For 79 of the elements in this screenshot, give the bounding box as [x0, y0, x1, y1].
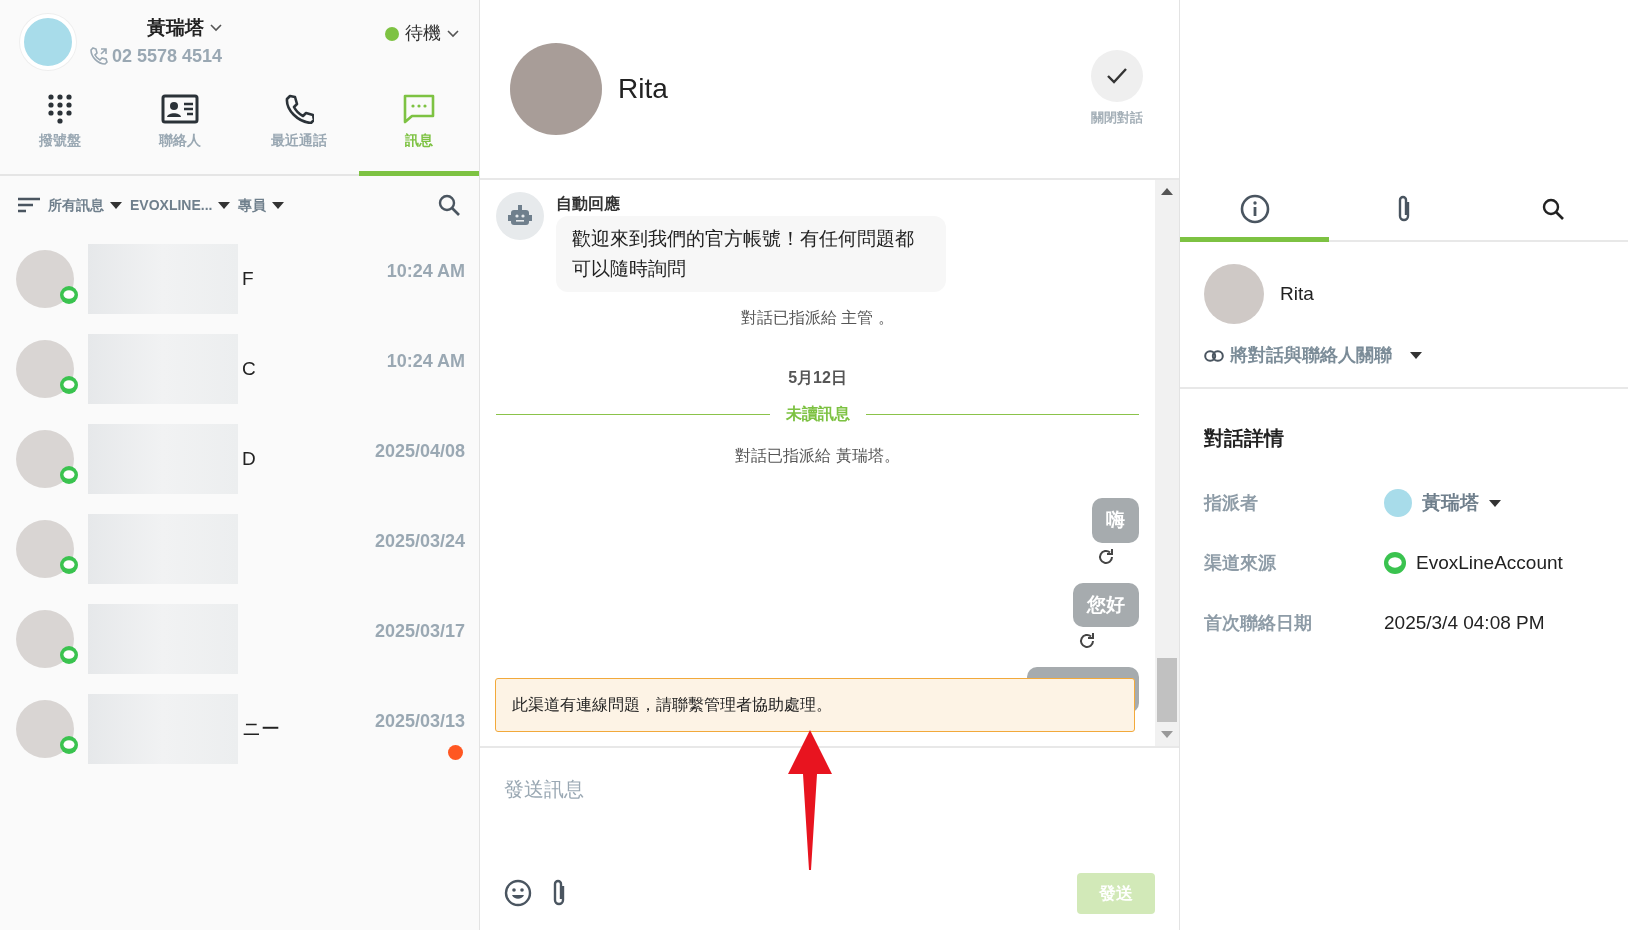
conversation-item[interactable]: C 10:24 AM — [0, 324, 479, 414]
line-badge-icon — [60, 286, 78, 304]
caret-icon — [218, 201, 231, 209]
scrollbar[interactable] — [1155, 180, 1179, 746]
message-time: 2025/03/17 — [374, 620, 465, 643]
section-title: 對話詳情 — [1203, 426, 1285, 451]
emoji-icon[interactable] — [504, 879, 532, 908]
caret-icon — [1410, 352, 1422, 359]
contact-name: Rita — [1280, 281, 1314, 306]
check-icon — [1106, 67, 1128, 86]
contact-name: D — [242, 446, 256, 471]
robot-icon — [507, 204, 533, 228]
avatar-placeholder — [1204, 264, 1264, 324]
message-time: 10:24 AM — [386, 260, 465, 283]
retry-icon[interactable] — [1096, 546, 1116, 567]
field-label: 渠道來源 — [1204, 551, 1277, 575]
unread-divider-label: 未讀訊息 — [785, 404, 850, 424]
filter-icon — [18, 197, 40, 213]
message-time: 2025/03/13 — [374, 710, 465, 733]
line-badge-icon — [60, 466, 78, 484]
chevron-icon — [447, 29, 459, 38]
retry-icon[interactable] — [1077, 631, 1097, 651]
system-message: 對話已指派給 黃瑞塔。 — [734, 446, 901, 466]
link-icon — [1204, 349, 1224, 362]
nav-tab[interactable]: 訊息 — [359, 88, 479, 176]
assignee-dropdown[interactable]: 黃瑞塔 — [1384, 488, 1501, 518]
caret-icon — [272, 201, 285, 209]
info-icon — [1239, 193, 1270, 224]
field-value: 2025/3/4 04:08 PM — [1384, 610, 1545, 635]
conversation-item[interactable]: F 10:24 AM — [0, 234, 479, 324]
conversation-item[interactable]: 2025/03/17 — [0, 594, 479, 684]
message-bubble: 歡迎來到我們的官方帳號！有任何問題都可以隨時詢問 — [556, 216, 946, 292]
line-badge-icon — [60, 556, 78, 574]
line-badge-icon — [60, 376, 78, 394]
message-time: 10:24 AM — [386, 350, 465, 373]
warning-alert: 此渠道有連線問題，請聯繫管理者協助處理。 — [495, 678, 1135, 732]
link-contact-dropdown[interactable]: 將對話與聯絡人關聯 — [1204, 342, 1422, 369]
filter-dropdown[interactable]: 專員 — [238, 194, 285, 216]
chat-bubble-icon — [403, 94, 436, 124]
line-badge-icon — [60, 646, 78, 664]
message-bubble: 嗨 — [1092, 498, 1139, 543]
avatar-placeholder — [1384, 489, 1412, 517]
contact-name: F — [242, 266, 254, 291]
system-message: 對話已指派給 主管 。 — [740, 308, 895, 328]
contact-name: Rita — [618, 72, 668, 106]
search-icon[interactable] — [437, 193, 461, 217]
field-label: 指派者 — [1204, 491, 1259, 515]
line-badge-icon — [60, 736, 78, 754]
sender-name: 自動回應 — [556, 194, 621, 214]
contact-card-icon — [160, 94, 199, 124]
message-time: 2025/04/08 — [374, 440, 465, 463]
phone-icon — [90, 47, 108, 65]
contact-name: C — [242, 356, 256, 381]
field-value: EvoxLineAccount — [1416, 550, 1563, 575]
dialpad-icon — [46, 94, 73, 124]
nav-tab[interactable]: 撥號盤 — [0, 88, 120, 176]
conversation-item[interactable]: ニー 2025/03/13 — [0, 684, 479, 774]
contact-name: ニー — [242, 716, 280, 741]
agent-avatar — [20, 14, 76, 70]
caret-icon — [110, 201, 122, 209]
nav-tab[interactable]: 聯絡人 — [119, 88, 240, 176]
phone-number: 02 5578 4514 — [112, 44, 223, 68]
nav-tab[interactable]: 最近通話 — [239, 88, 360, 176]
search-icon — [1541, 196, 1566, 221]
agent-name-dropdown[interactable]: 黃瑞塔 — [147, 14, 223, 43]
filter-dropdown[interactable]: 所有訊息 — [48, 194, 122, 216]
caret-icon — [1489, 499, 1501, 507]
chevron-icon — [210, 24, 223, 33]
date-separator: 5月12日 — [787, 368, 848, 388]
message-bubble: 您好 — [1073, 582, 1139, 627]
status-dropdown[interactable]: 待機 — [385, 20, 459, 47]
field-label: 首次聯絡日期 — [1204, 611, 1313, 635]
phone-icon — [284, 94, 315, 124]
message-input[interactable]: 發送訊息 — [504, 766, 1155, 812]
conversation-item[interactable]: D 2025/04/08 — [0, 414, 479, 504]
conversation-item[interactable]: 2025/03/24 — [0, 504, 479, 594]
message-time: 2025/03/24 — [374, 530, 465, 553]
filter-dropdown[interactable]: EVOXLINE... — [130, 194, 231, 216]
line-badge-icon — [1384, 552, 1406, 574]
